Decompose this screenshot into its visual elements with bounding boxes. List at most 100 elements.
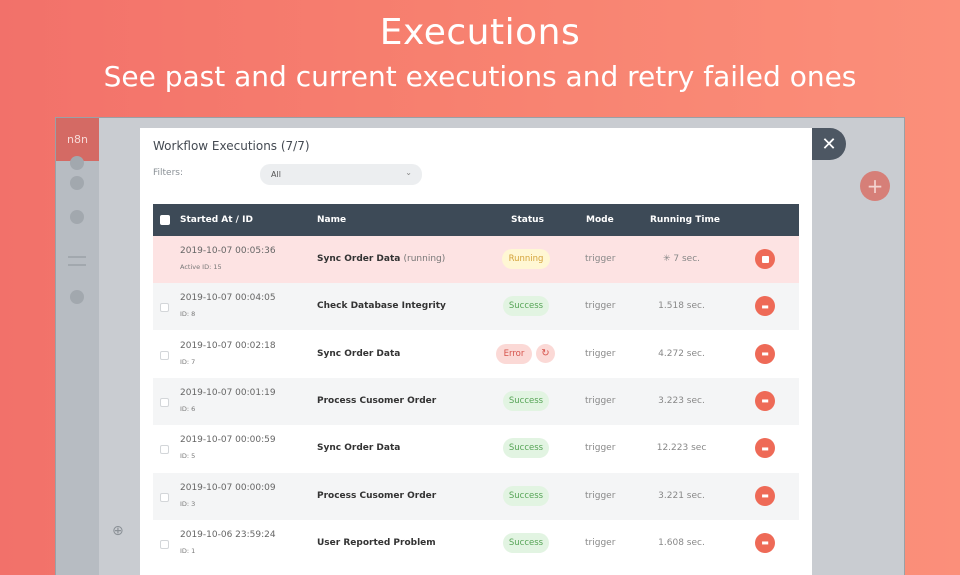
folder-open-icon: ▬: [761, 538, 769, 548]
hero-subtitle: See past and current executions and retr…: [103, 60, 857, 93]
workflow-name-text: Process Cusomer Order: [317, 490, 437, 501]
status-badge: Running: [502, 249, 550, 269]
started-at: 2019-10-07 00:00:09: [180, 482, 276, 493]
column-started-at[interactable]: Started At / ID: [180, 215, 253, 225]
table-row[interactable]: 2019-10-07 00:04:05 ID: 8 Check Database…: [153, 283, 799, 331]
folder-open-icon: ▬: [761, 349, 769, 359]
running-time: ✳ 7 sec.: [644, 254, 719, 264]
key-icon[interactable]: [70, 210, 84, 224]
stop-icon: [761, 255, 769, 263]
folder-open-icon: ▬: [761, 491, 769, 500]
running-time-value: 1.518 sec.: [658, 301, 705, 312]
running-time: 12.223 sec: [644, 443, 719, 453]
row-checkbox[interactable]: [160, 445, 169, 455]
started-at: 2019-10-07 00:00:59: [180, 435, 276, 446]
workflow-name-extra: (running): [403, 254, 446, 264]
row-checkbox[interactable]: [160, 350, 169, 360]
table-row[interactable]: 2019-10-07 00:01:19 ID: 6 Process Cusome…: [153, 377, 799, 425]
running-time: 1.608 sec.: [644, 538, 719, 548]
execution-mode: trigger: [585, 490, 616, 501]
execution-id: ID: 5: [180, 452, 196, 461]
workflow-name-text: Sync Order Data: [317, 443, 401, 454]
started-at: 2019-10-06 23:59:24: [180, 529, 276, 540]
running-time: 1.518 sec.: [644, 301, 719, 311]
running-time-value: 12.223 sec: [656, 443, 707, 454]
workflow-name: Sync Order Data (running): [317, 254, 445, 264]
hero-title: Executions: [379, 12, 581, 53]
row-checkbox[interactable]: [160, 397, 169, 407]
open-execution-button[interactable]: ▬: [755, 532, 775, 553]
running-time: 3.223 sec.: [644, 396, 719, 406]
column-status[interactable]: Status: [511, 215, 544, 225]
execution-mode: trigger: [585, 348, 616, 359]
chevron-down-icon: ⌄: [405, 168, 412, 177]
zoom-in-icon[interactable]: ⊕: [112, 523, 124, 539]
execution-id: Active ID: 15: [180, 263, 222, 271]
menu-divider: [68, 256, 86, 258]
open-execution-button[interactable]: ▬: [755, 343, 775, 364]
table-row[interactable]: 2019-10-07 00:05:36 Active ID: 15 Sync O…: [153, 236, 799, 283]
running-time-value: 4.272 sec.: [658, 348, 705, 359]
retry-button[interactable]: ↻: [536, 343, 555, 363]
credentials-icon[interactable]: [70, 176, 84, 190]
select-all-checkbox[interactable]: [160, 215, 170, 225]
menu-divider: [68, 264, 86, 266]
close-icon: ✕: [821, 133, 837, 155]
execution-id: ID: 3: [180, 499, 196, 508]
open-execution-button[interactable]: ▬: [755, 296, 775, 317]
workflow-name-text: Sync Order Data: [317, 348, 401, 359]
running-time-value: 3.221 sec.: [658, 490, 705, 501]
status-badge: Success: [503, 485, 549, 506]
workflow-name-text: Check Database Integrity: [317, 301, 446, 312]
execution-mode: trigger: [585, 443, 616, 454]
filter-value: All: [271, 170, 281, 179]
filters-label: Filters:: [153, 168, 184, 178]
execution-id: ID: 6: [180, 404, 196, 413]
started-at: 2019-10-07 00:05:36: [180, 246, 276, 256]
status-badge: Success: [503, 532, 549, 553]
row-checkbox[interactable]: [160, 492, 169, 502]
row-checkbox[interactable]: [160, 539, 169, 549]
execution-id: ID: 1: [180, 546, 196, 555]
table-row[interactable]: 2019-10-07 00:00:59 ID: 5 Sync Order Dat…: [153, 425, 799, 472]
open-execution-button[interactable]: ▬: [755, 390, 775, 411]
workflow-name-text: Process Cusomer Order: [317, 395, 437, 406]
workflow-name: Sync Order Data: [317, 443, 400, 453]
row-checkbox[interactable]: [160, 303, 169, 313]
table-row[interactable]: 2019-10-06 23:59:24 ID: 1 User Reported …: [153, 520, 799, 567]
spinner-icon: ✳: [662, 254, 674, 264]
status-badge: Error: [496, 343, 532, 364]
table-row[interactable]: 2019-10-07 00:02:18 ID: 7 Sync Order Dat…: [153, 331, 799, 378]
column-mode[interactable]: Mode: [586, 215, 614, 225]
help-icon[interactable]: [70, 290, 84, 304]
execution-mode: trigger: [585, 254, 616, 264]
app-logo: n8n: [56, 118, 99, 161]
stop-execution-button[interactable]: [755, 249, 775, 269]
table-row[interactable]: 2019-10-07 00:00:09 ID: 3 Process Cusome…: [153, 472, 799, 520]
workflow-name: Process Cusomer Order: [317, 491, 436, 501]
modal-title: Workflow Executions (7/7): [153, 139, 310, 153]
open-execution-button[interactable]: ▬: [755, 485, 775, 506]
app-sidebar: n8n: [56, 118, 99, 575]
column-name[interactable]: Name: [317, 215, 346, 225]
started-at: 2019-10-07 00:01:19: [180, 387, 276, 398]
running-time-value: 1.608 sec.: [658, 537, 705, 548]
close-modal-button[interactable]: ✕: [812, 128, 846, 160]
workflow-icon[interactable]: [70, 156, 84, 170]
folder-open-icon: ▬: [761, 443, 769, 453]
column-running-time[interactable]: Running Time: [650, 215, 720, 225]
open-execution-button[interactable]: ▬: [755, 438, 775, 459]
workflow-name: Check Database Integrity: [317, 301, 446, 311]
add-node-button[interactable]: +: [860, 171, 890, 201]
table-header: Started At / ID Name Status Mode Running…: [153, 204, 799, 236]
folder-open-icon: ▬: [761, 396, 769, 406]
workflow-name: User Reported Problem: [317, 538, 436, 548]
execution-id: ID: 7: [180, 357, 196, 366]
execution-id: ID: 8: [180, 310, 196, 319]
execution-mode: trigger: [585, 395, 616, 406]
folder-open-icon: ▬: [761, 301, 769, 311]
running-time-value: 3.223 sec.: [658, 395, 705, 406]
status-filter-select[interactable]: All ⌄: [260, 164, 422, 185]
status-badge: Success: [503, 438, 549, 459]
workflow-name: Process Cusomer Order: [317, 396, 436, 406]
